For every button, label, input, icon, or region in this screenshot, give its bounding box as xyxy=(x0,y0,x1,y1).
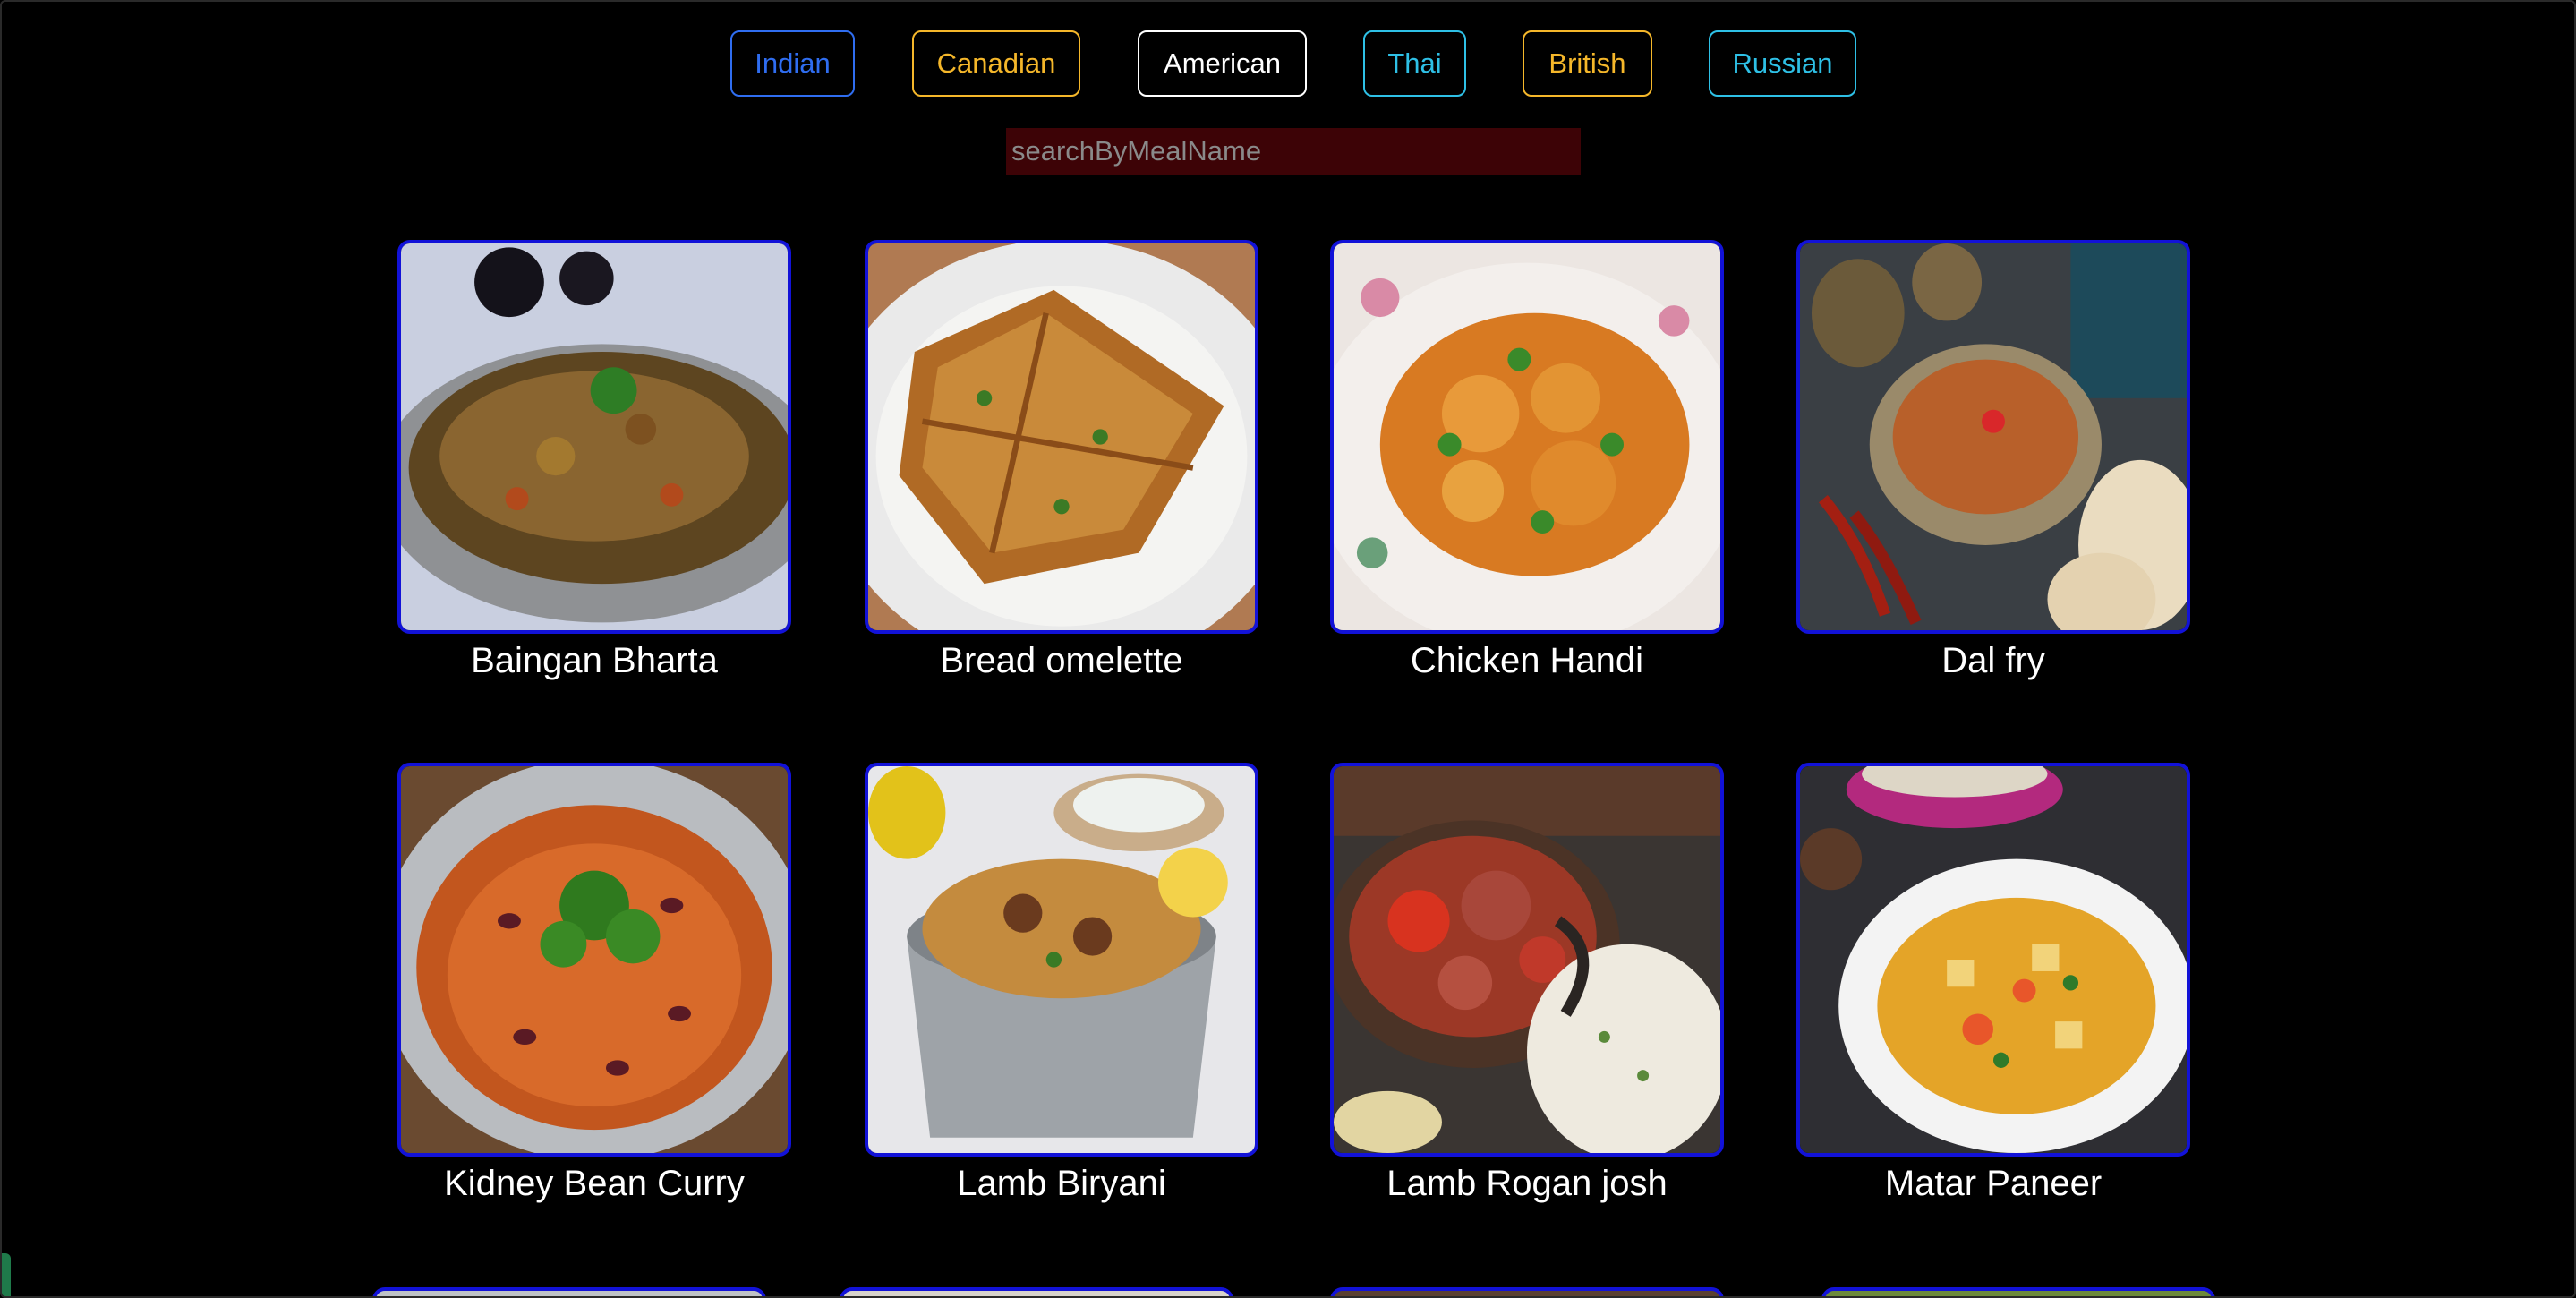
meal-card-partial[interactable] xyxy=(840,1287,1233,1296)
window-edge-indicator xyxy=(2,1253,11,1296)
meal-name: Chicken Handi xyxy=(1410,641,1644,680)
meal-image[interactable] xyxy=(865,240,1258,634)
meal-card[interactable]: Lamb Biryani xyxy=(865,763,1258,1207)
meal-image[interactable] xyxy=(865,763,1258,1157)
meal-image[interactable] xyxy=(1796,763,2190,1157)
meal-card-partial[interactable] xyxy=(1821,1287,2215,1296)
meal-card-partial[interactable] xyxy=(1330,1287,1724,1296)
meal-image[interactable] xyxy=(397,763,791,1157)
meal-card[interactable]: Matar Paneer xyxy=(1796,763,2190,1207)
meal-card-partial[interactable] xyxy=(372,1287,766,1296)
meal-grid: Baingan Bharta Bread omelette Chicken Ha… xyxy=(2,2,2574,1296)
meal-name: Matar Paneer xyxy=(1884,1164,2103,1203)
meal-card[interactable]: Kidney Bean Curry xyxy=(397,763,791,1207)
meal-image[interactable] xyxy=(1330,763,1724,1157)
meal-image[interactable] xyxy=(1330,240,1724,634)
app-window: Indian Canadian American Thai British Ru… xyxy=(0,0,2576,1298)
meal-name: Lamb Rogan josh xyxy=(1386,1164,1668,1203)
meal-card[interactable]: Lamb Rogan josh xyxy=(1330,763,1724,1207)
meal-image[interactable] xyxy=(1796,240,2190,634)
meal-name: Bread omelette xyxy=(940,641,1183,680)
meal-name: Dal fry xyxy=(1941,641,2045,680)
meal-name: Kidney Bean Curry xyxy=(444,1164,745,1203)
meal-card[interactable]: Dal fry xyxy=(1796,240,2190,684)
meal-name: Baingan Bharta xyxy=(471,641,718,680)
meal-card[interactable]: Baingan Bharta xyxy=(397,240,791,684)
meal-card[interactable]: Bread omelette xyxy=(865,240,1258,684)
meal-card[interactable]: Chicken Handi xyxy=(1330,240,1724,684)
meal-image[interactable] xyxy=(397,240,791,634)
meal-name: Lamb Biryani xyxy=(957,1164,1166,1203)
